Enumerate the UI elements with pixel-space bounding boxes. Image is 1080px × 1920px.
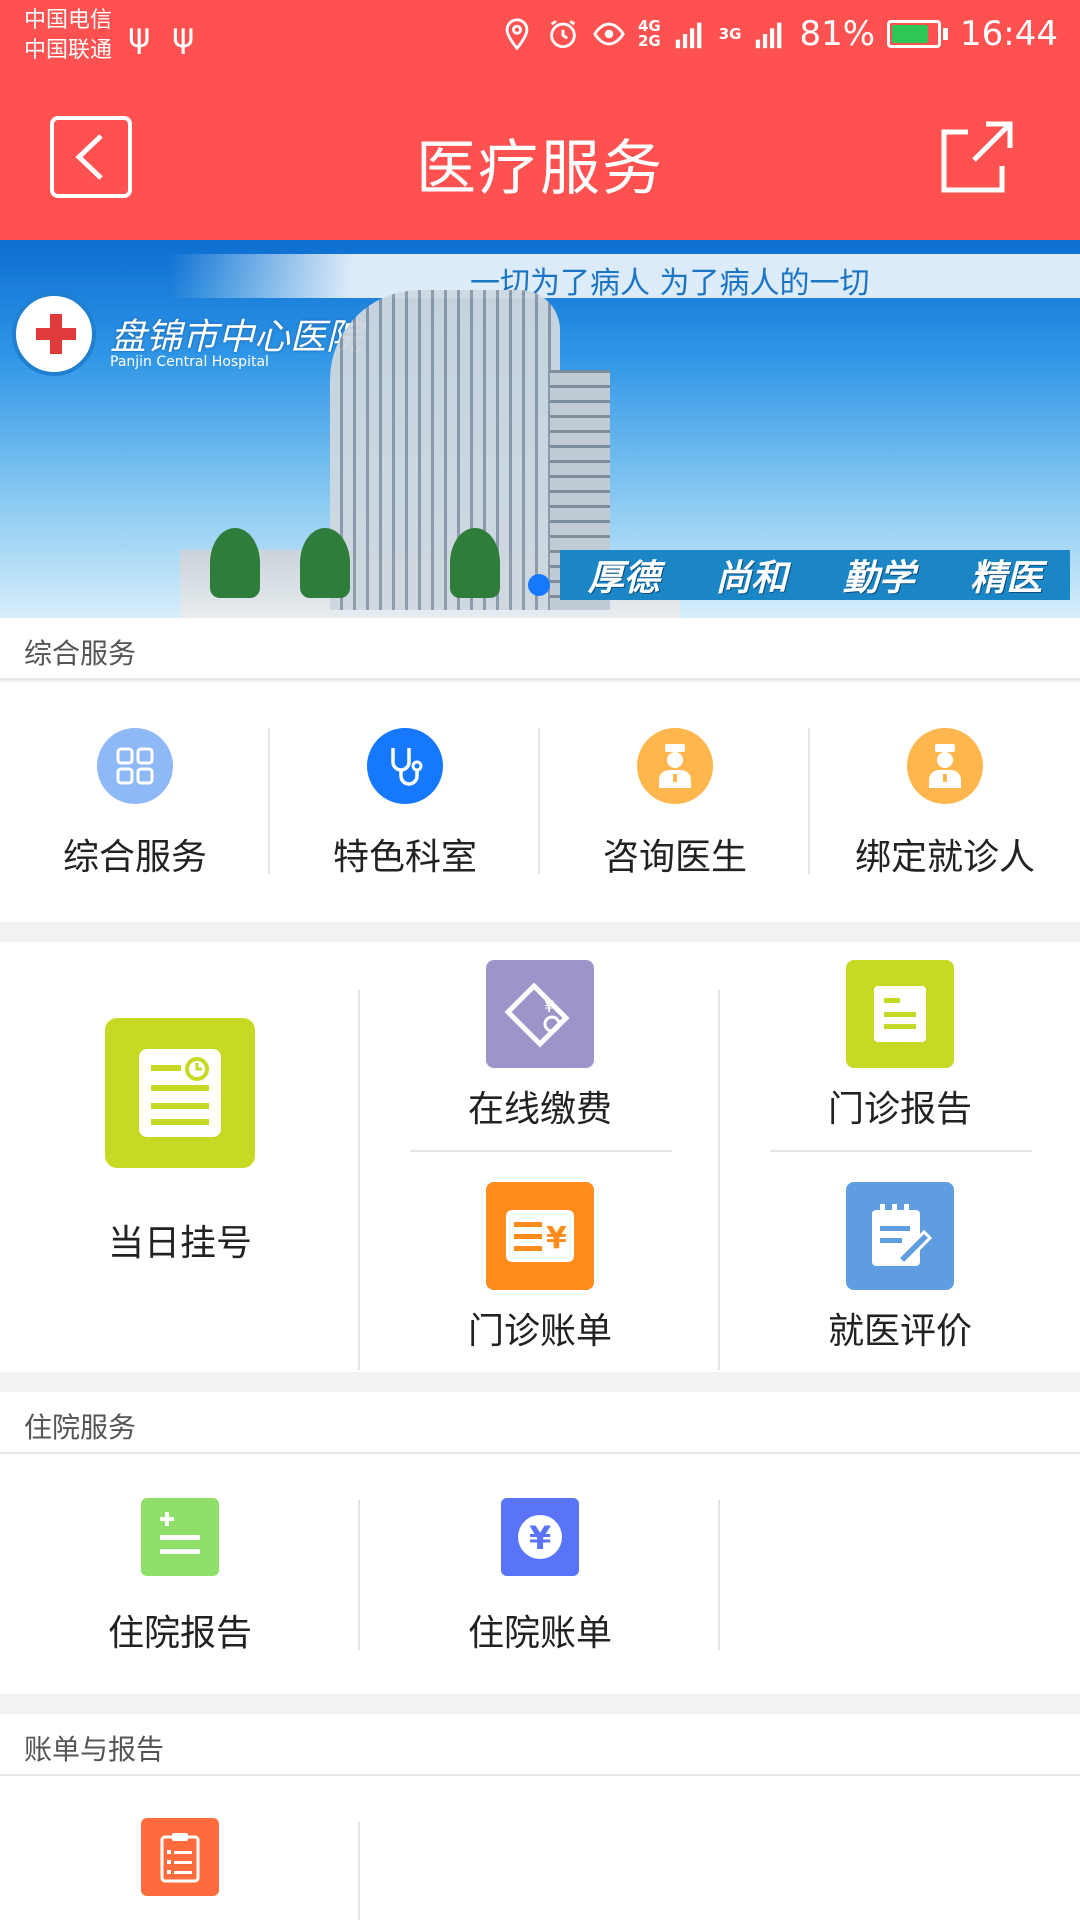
service-label: 住院报告 — [107, 1613, 252, 1654]
network-type: 4G 2G — [638, 19, 661, 49]
report-icon — [846, 960, 954, 1068]
general-services-row: 综合服务 特色科室 咨询医生 绑定就诊人 — [0, 682, 1080, 922]
building-image — [330, 290, 560, 610]
service-bill-report[interactable] — [0, 1776, 360, 1896]
nav-header: 医疗服务 — [0, 76, 1080, 240]
hospital-motto: 厚德 尚和 勤学 精医 — [560, 550, 1070, 600]
service-same-day-registration[interactable]: 当日挂号 — [0, 942, 360, 1266]
divider — [358, 1822, 360, 1920]
service-outpatient-bill[interactable]: ¥ 门诊账单 — [360, 1182, 720, 1354]
checklist-icon — [141, 1818, 219, 1896]
network-2g: 2G — [637, 32, 661, 50]
evaluation-icon — [846, 1182, 954, 1290]
share-icon — [941, 121, 1013, 193]
service-label: 综合服务 — [62, 837, 207, 878]
divider — [358, 1500, 360, 1650]
svg-text:¥: ¥ — [544, 997, 554, 1016]
hospital-name: 盘锦市中心医院 — [110, 317, 363, 358]
section-title: 住院服务 — [24, 1411, 137, 1444]
section-header-bills-reports: 账单与报告 — [0, 1714, 1080, 1776]
banner-slogan-band: 一切为了病人 为了病人的一切 — [170, 254, 1080, 301]
carrier-1: 中国电信 — [24, 8, 113, 33]
service-label: 绑定就诊人 — [854, 837, 1035, 878]
battery-icon — [887, 20, 949, 48]
service-inpatient-report[interactable]: 住院报告 — [0, 1454, 360, 1656]
carrier-info: 中国电信 中国联通 — [24, 6, 112, 66]
usb-icon: ψ — [172, 16, 195, 56]
service-label: 住院账单 — [467, 1613, 612, 1654]
eye-icon — [593, 22, 625, 46]
doctor-icon — [907, 728, 983, 804]
yen-icon: ¥ — [501, 1498, 579, 1576]
registration-icon — [105, 1018, 255, 1168]
service-bind-patient[interactable]: 绑定就诊人 — [810, 682, 1080, 880]
service-label: 特色科室 — [332, 837, 477, 878]
share-button[interactable] — [934, 116, 1018, 200]
divider — [538, 728, 540, 874]
motto-word: 勤学 — [842, 558, 915, 599]
service-label: 咨询医生 — [602, 837, 747, 878]
battery-percent: 81% — [799, 14, 876, 54]
inpatient-services-row: 住院报告 ¥ 住院账单 — [0, 1454, 1080, 1694]
status-bar: 中国电信 中国联通 ψ ψ 4G 2G 3G 81% 16:44 — [0, 0, 1080, 76]
app-header-bar: 中国电信 中国联通 ψ ψ 4G 2G 3G 81% 16:44 医疗服务 — [0, 0, 1080, 240]
service-label: 当日挂号 — [107, 1223, 252, 1264]
service-online-payment[interactable]: ¥ 在线缴费 — [360, 942, 720, 1132]
payment-card-icon: ¥ — [486, 960, 594, 1068]
service-label: 在线缴费 — [467, 1089, 612, 1130]
divider — [358, 990, 360, 1370]
usb-icon: ψ — [128, 16, 151, 56]
status-icons: 4G 2G 3G 81% 16:44 — [500, 14, 1058, 54]
hospital-name-en: Panjin Central Hospital — [110, 354, 269, 370]
divider — [770, 1150, 1032, 1152]
section-title: 账单与报告 — [24, 1733, 165, 1766]
service-outpatient-report[interactable]: 门诊报告 — [720, 942, 1080, 1132]
signal-icon — [756, 22, 782, 49]
service-medical-evaluation[interactable]: 就医评价 — [720, 1182, 1080, 1354]
motto-word: 尚和 — [715, 558, 788, 599]
clock: 16:44 — [960, 14, 1058, 54]
location-icon — [505, 18, 529, 51]
outpatient-services-grid: 当日挂号 ¥ 在线缴费 门诊报告 ¥ 门诊账单 就医评价 — [0, 942, 1080, 1372]
service-label: 就医评价 — [827, 1311, 972, 1352]
svg-text:¥: ¥ — [546, 1221, 567, 1256]
tree-image — [210, 528, 260, 598]
service-label: 门诊账单 — [467, 1311, 612, 1352]
divider — [718, 990, 720, 1370]
bills-reports-row — [0, 1776, 1080, 1920]
carrier-2: 中国联通 — [24, 38, 113, 63]
carousel-indicator[interactable] — [528, 574, 550, 596]
tree-image — [300, 528, 350, 598]
service-inpatient-bill[interactable]: ¥ 住院账单 — [360, 1454, 720, 1656]
alarm-icon — [550, 20, 576, 49]
divider — [410, 1150, 672, 1152]
inpatient-report-icon — [141, 1498, 219, 1576]
bill-icon: ¥ — [486, 1182, 594, 1290]
motto-word: 厚德 — [587, 558, 660, 599]
section-title: 综合服务 — [24, 637, 137, 670]
service-specialty-departments[interactable]: 特色科室 — [270, 682, 540, 880]
divider — [808, 728, 810, 874]
motto-word: 精医 — [970, 558, 1043, 599]
tree-image — [450, 528, 500, 598]
divider — [268, 728, 270, 874]
service-consult-doctor[interactable]: 咨询医生 — [540, 682, 810, 880]
hospital-logo-icon — [12, 292, 96, 376]
page-title: 医疗服务 — [416, 134, 664, 204]
signal-icon — [675, 22, 702, 49]
hospital-banner[interactable]: 一切为了病人 为了病人的一切 盘锦市中心医院 Panjin Central Ho… — [0, 240, 1080, 618]
network-3g: 3G — [718, 24, 742, 43]
doctor-icon — [637, 728, 713, 804]
section-header-general: 综合服务 — [0, 618, 1080, 680]
svg-text:¥: ¥ — [529, 1519, 551, 1557]
divider — [718, 1500, 720, 1650]
section-header-inpatient: 住院服务 — [0, 1392, 1080, 1454]
service-general[interactable]: 综合服务 — [0, 682, 270, 880]
service-label: 门诊报告 — [827, 1089, 972, 1130]
stethoscope-icon — [367, 728, 443, 804]
grid-icon — [97, 728, 173, 804]
